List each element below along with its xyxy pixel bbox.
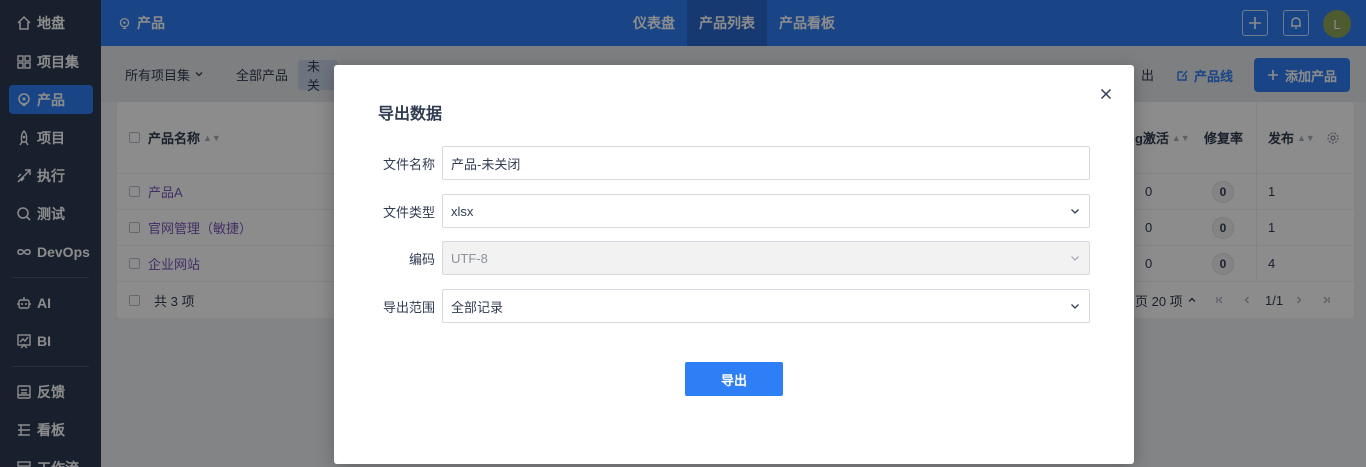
encoding-value: UTF-8 bbox=[451, 250, 488, 266]
filetype-select[interactable]: xlsx bbox=[442, 194, 1090, 228]
range-value: 全部记录 bbox=[451, 299, 504, 315]
filetype-label: 文件类型 bbox=[382, 204, 435, 220]
encoding-label: 编码 bbox=[408, 251, 435, 267]
filename-label: 文件名称 bbox=[382, 156, 435, 172]
close-icon[interactable] bbox=[1098, 86, 1114, 102]
chevron-down-icon bbox=[1071, 256, 1079, 261]
range-select[interactable]: 全部记录 bbox=[442, 289, 1090, 323]
export-button[interactable]: 导出 bbox=[685, 362, 783, 396]
filename-input[interactable]: 产品-未关闭 bbox=[442, 146, 1090, 180]
chevron-down-icon bbox=[1071, 304, 1079, 309]
filetype-value: xlsx bbox=[451, 203, 474, 219]
dialog-title: 导出数据 bbox=[378, 106, 443, 123]
filename-value: 产品-未关闭 bbox=[451, 156, 521, 172]
chevron-down-icon bbox=[1071, 209, 1079, 214]
export-dialog: 导出数据 文件名称 产品-未关闭 文件类型 xlsx 编码 UTF-8 导出范围… bbox=[334, 65, 1134, 464]
encoding-select: UTF-8 bbox=[442, 241, 1090, 275]
range-label: 导出范围 bbox=[382, 299, 435, 315]
